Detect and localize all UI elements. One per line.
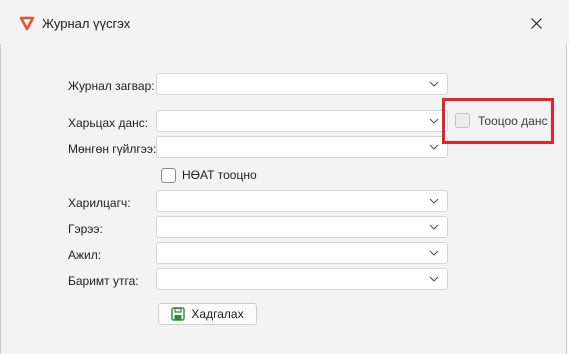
job-dropdown[interactable] [156,242,448,264]
calc-account-checkbox-row[interactable]: Тооцоо данс [455,113,547,128]
vat-checkbox-label: НӨАТ тооцно [182,168,257,182]
partner-dropdown[interactable] [156,190,448,212]
close-button[interactable] [520,8,552,38]
counter-account-label: Харьцах данс: [68,116,149,130]
close-icon [530,17,542,29]
vat-checkbox-row[interactable]: НӨАТ тооцно [161,166,257,184]
form-row-journal-template: Журнал загвар: [0,73,569,97]
form-row-document-description: Баримт утга: [0,268,569,292]
floppy-disk-icon [171,307,186,321]
chevron-down-icon [429,118,439,124]
counter-account-dropdown[interactable] [156,110,448,132]
save-button[interactable]: Хадгалах [158,303,257,325]
cash-transaction-label: Мөнгөн гүйлгээ: [68,142,157,156]
job-label: Ажил: [68,248,102,262]
calc-account-label: Тооцоо данс [478,113,548,128]
journal-template-dropdown[interactable] [156,73,448,95]
chevron-down-icon [429,276,439,282]
vat-checkbox[interactable] [161,167,176,183]
contract-dropdown[interactable] [156,216,448,238]
journal-template-label: Журнал загвар: [68,79,155,93]
form-row-contract: Гэрээ: [0,216,569,240]
chevron-down-icon [429,224,439,230]
partner-label: Харилцагч: [68,196,131,210]
calc-account-checkbox[interactable] [455,113,470,128]
save-button-label: Хадгалах [191,307,244,321]
contract-label: Гэрээ: [68,222,103,236]
chevron-down-icon [429,144,439,150]
form-row-job: Ажил: [0,242,569,266]
app-logo-icon [19,16,35,31]
form-row-partner: Харилцагч: [0,190,569,214]
document-description-label: Баримт утга: [68,274,139,288]
title-bar: Журнал үүсгэх [0,0,569,44]
window-title: Журнал үүсгэх [42,16,131,31]
chevron-down-icon [429,250,439,256]
document-description-dropdown[interactable] [156,268,448,290]
cash-transaction-dropdown[interactable] [156,136,448,158]
chevron-down-icon [429,81,439,87]
chevron-down-icon [429,198,439,204]
